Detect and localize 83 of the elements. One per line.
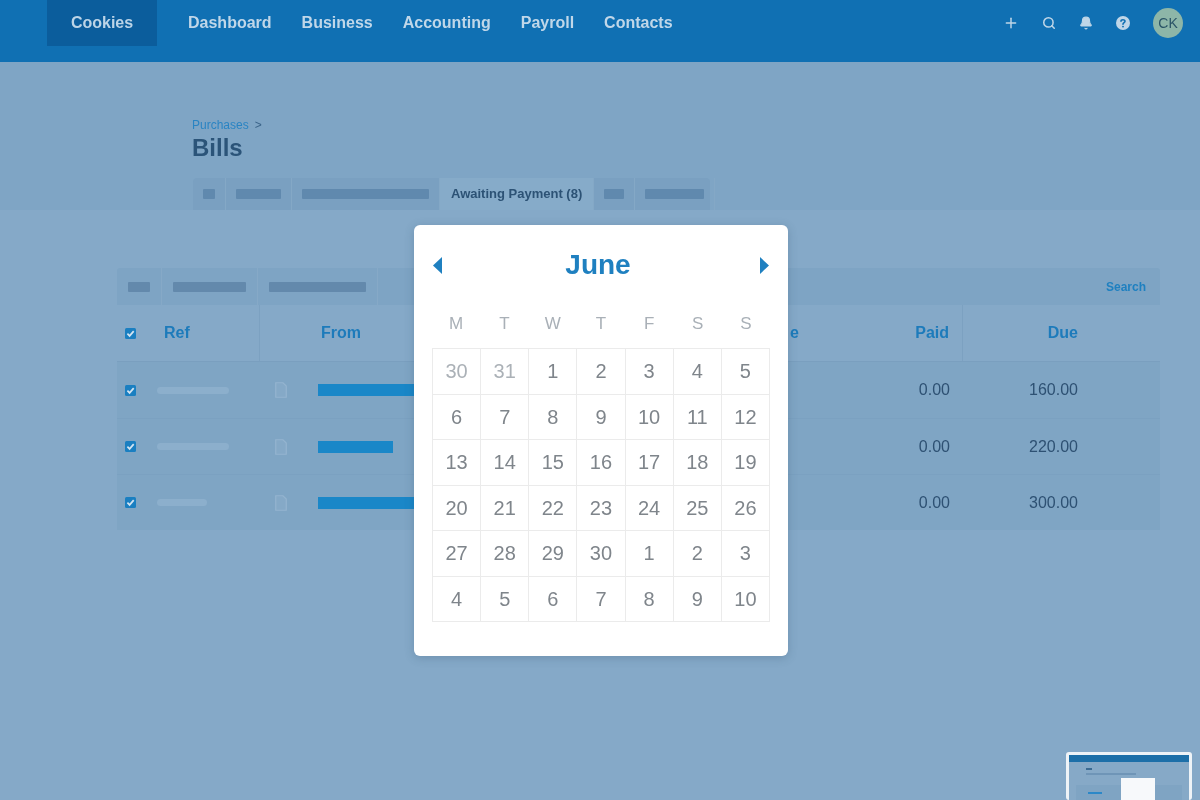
- calendar-day[interactable]: 6: [529, 576, 578, 622]
- previous-month-button[interactable]: [433, 256, 442, 274]
- table-cell-text: 160.00: [1029, 380, 1078, 400]
- calendar-day[interactable]: 4: [433, 576, 482, 622]
- calendar-day[interactable]: 1: [529, 349, 578, 395]
- nav-link[interactable]: Business: [301, 11, 373, 35]
- calendar-day[interactable]: 30: [433, 349, 482, 395]
- nav-link[interactable]: Payroll: [520, 11, 575, 35]
- blurred-label: [203, 189, 215, 199]
- table-cell-text: 0.00: [918, 492, 950, 513]
- tab[interactable]: Awaiting Payment (8): [440, 178, 595, 210]
- calendar-day[interactable]: 9: [673, 576, 722, 622]
- calendar-day[interactable]: 7: [577, 576, 626, 622]
- checkbox[interactable]: [125, 497, 136, 508]
- triangle-left-icon: [433, 256, 442, 274]
- calendar-day[interactable]: 31: [481, 349, 530, 395]
- calendar-day[interactable]: 16: [577, 440, 626, 486]
- help-icon[interactable]: [1116, 16, 1130, 30]
- calendar-day[interactable]: 19: [721, 440, 770, 486]
- blurred-label: [236, 189, 281, 199]
- calendar-day[interactable]: 23: [577, 485, 626, 531]
- calendar-day[interactable]: 30: [577, 531, 626, 577]
- triangle-right-icon: [760, 256, 769, 274]
- calendar-day[interactable]: 4: [673, 349, 722, 395]
- calendar-day[interactable]: 9: [577, 394, 626, 440]
- calendar-day[interactable]: 27: [433, 531, 482, 577]
- nav-link[interactable]: Contacts: [604, 11, 673, 35]
- calendar-day[interactable]: 5: [481, 576, 530, 622]
- month-title: June: [564, 248, 632, 282]
- user-avatar[interactable]: CK: [1153, 8, 1183, 38]
- calendar-day[interactable]: 2: [673, 531, 722, 577]
- calendar-day[interactable]: 8: [529, 394, 578, 440]
- calendar-day[interactable]: 10: [625, 394, 674, 440]
- calendar-day[interactable]: 28: [481, 531, 530, 577]
- calendar-day[interactable]: 15: [529, 440, 578, 486]
- weekday-label: S: [691, 314, 704, 334]
- table-cell-text: 0.00: [918, 380, 950, 400]
- calendar-day[interactable]: 18: [673, 440, 722, 486]
- calendar-day[interactable]: 2: [577, 349, 626, 395]
- calendar-day[interactable]: 10: [721, 576, 770, 622]
- calendar-day[interactable]: 21: [481, 485, 530, 531]
- table-cell-text: 300.00: [1029, 492, 1078, 513]
- bell-icon[interactable]: [1079, 16, 1093, 30]
- search-icon[interactable]: [1042, 16, 1056, 30]
- calendar-day[interactable]: 13: [433, 440, 482, 486]
- calendar-day[interactable]: 14: [481, 440, 530, 486]
- calendar-day[interactable]: 12: [721, 394, 770, 440]
- table-cell-text: 0.00: [918, 436, 950, 457]
- calendar-day[interactable]: 26: [721, 485, 770, 531]
- blurred-label: [645, 189, 705, 199]
- calendar-day[interactable]: 5: [721, 349, 770, 395]
- breadcrumb-separator: >: [254, 119, 262, 132]
- add-icon[interactable]: [1003, 15, 1019, 31]
- weekday-label: F: [644, 314, 655, 334]
- calendar-day[interactable]: 7: [481, 394, 530, 440]
- nav-link[interactable]: Accounting: [402, 11, 491, 35]
- calendar-day[interactable]: 17: [625, 440, 674, 486]
- checkbox[interactable]: [125, 327, 136, 339]
- page-title: Bills: [192, 134, 243, 162]
- blurred-label: [604, 189, 625, 199]
- checkbox[interactable]: [125, 441, 136, 452]
- blurred-label: [128, 281, 150, 292]
- calendar-day[interactable]: 11: [673, 394, 722, 440]
- calendar-day[interactable]: 3: [721, 531, 770, 577]
- weekday-label: T: [499, 314, 510, 334]
- calendar-day[interactable]: 22: [529, 485, 578, 531]
- organization-menu[interactable]: Cookies: [47, 0, 157, 46]
- weekday-label: S: [740, 314, 752, 334]
- weekday-label: M: [449, 314, 464, 334]
- calendar-day[interactable]: 8: [625, 576, 674, 622]
- weekday-label: W: [544, 314, 561, 334]
- table-cell-text: 220.00: [1029, 436, 1078, 457]
- calendar-day[interactable]: 20: [433, 485, 482, 531]
- calendar-day[interactable]: 24: [625, 485, 674, 531]
- nav-link[interactable]: Dashboard: [188, 11, 272, 35]
- calendar-day[interactable]: 29: [529, 531, 578, 577]
- checkbox[interactable]: [125, 384, 136, 396]
- next-month-button[interactable]: [760, 256, 769, 274]
- calendar-day[interactable]: 1: [625, 531, 674, 577]
- calendar-day[interactable]: 25: [673, 485, 722, 531]
- calendar-day[interactable]: 6: [433, 394, 482, 440]
- weekday-label: T: [595, 314, 607, 334]
- calendar-day[interactable]: 3: [625, 349, 674, 395]
